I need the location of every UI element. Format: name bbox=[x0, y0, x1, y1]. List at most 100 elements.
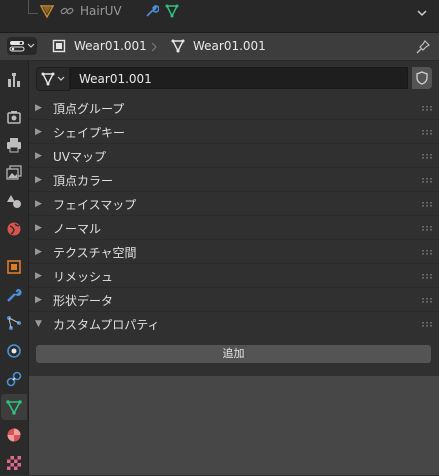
material-tab[interactable] bbox=[1, 422, 27, 448]
particles-tab[interactable] bbox=[1, 310, 27, 336]
panel-header[interactable]: ▶ UVマップ bbox=[29, 144, 439, 168]
scene-tab[interactable] bbox=[1, 188, 27, 214]
panel-header[interactable]: ▶ リメッシュ bbox=[29, 264, 439, 288]
panel-header[interactable]: ▶ シェイプキー bbox=[29, 120, 439, 144]
object-tab[interactable] bbox=[1, 254, 27, 280]
image-stack-icon bbox=[6, 165, 22, 180]
render-icon bbox=[7, 111, 21, 124]
mesh-data-icon bbox=[165, 4, 179, 18]
mesh-data-icon bbox=[40, 5, 54, 18]
pin-icon[interactable] bbox=[416, 40, 430, 54]
drag-handle-icon[interactable] bbox=[421, 201, 433, 207]
caret-down-icon: ▼ bbox=[35, 319, 42, 329]
panel-header[interactable]: ▼ カスタムプロパティ bbox=[29, 312, 439, 336]
panel-label: UVマップ bbox=[53, 149, 106, 164]
drag-handle-icon[interactable] bbox=[421, 153, 433, 159]
chevron-down-icon bbox=[27, 43, 35, 48]
view-layer-tab[interactable] bbox=[1, 160, 27, 186]
object-icon bbox=[7, 260, 21, 274]
panel-header[interactable]: ▶ ノーマル bbox=[29, 216, 439, 240]
mesh-browse-button[interactable] bbox=[36, 67, 70, 91]
mesh-name-field[interactable]: Wear01.001 bbox=[70, 67, 408, 89]
drag-handle-icon[interactable] bbox=[421, 129, 433, 135]
panel-label: 頂点グループ bbox=[53, 101, 125, 116]
modifier-tab[interactable] bbox=[1, 282, 27, 308]
physics-tab[interactable] bbox=[1, 338, 27, 364]
drag-handle-icon[interactable] bbox=[421, 177, 433, 183]
properties-header: Wear01.001 Wear01.001 bbox=[0, 33, 439, 61]
drag-handle-icon[interactable] bbox=[421, 321, 433, 327]
mesh-datablock-row: Wear01.001 bbox=[35, 67, 433, 91]
panel-label: ノーマル bbox=[53, 221, 102, 236]
caret-right-icon: ▶ bbox=[35, 127, 42, 137]
panel-header[interactable]: ▶ フェイスマップ bbox=[29, 192, 439, 216]
panel-label: リメッシュ bbox=[53, 269, 114, 284]
breadcrumb-object[interactable]: Wear01.001 bbox=[52, 39, 147, 53]
drag-handle-icon[interactable] bbox=[421, 249, 433, 255]
properties-tabs bbox=[0, 61, 29, 475]
breadcrumb-mesh[interactable]: Wear01.001 bbox=[171, 39, 266, 53]
world-tab[interactable] bbox=[1, 216, 27, 242]
caret-right-icon: ▶ bbox=[35, 223, 42, 233]
shield-icon bbox=[416, 71, 428, 85]
link-icon bbox=[60, 7, 74, 15]
panel-header[interactable]: ▶ 頂点グループ bbox=[29, 96, 439, 120]
tool-tab[interactable] bbox=[1, 67, 27, 93]
caret-right-icon: ▶ bbox=[35, 103, 42, 113]
editor-type-selector[interactable] bbox=[7, 37, 37, 55]
breadcrumb-object-label: Wear01.001 bbox=[74, 39, 147, 53]
panel-label: テクスチャ空間 bbox=[53, 245, 137, 260]
wrench-icon bbox=[146, 5, 159, 17]
data-tab[interactable] bbox=[1, 394, 27, 420]
material-icon bbox=[7, 428, 21, 442]
particles-icon bbox=[7, 316, 21, 330]
constraints-icon bbox=[6, 371, 22, 387]
breadcrumb-separator-icon bbox=[151, 42, 157, 52]
wrench-icon bbox=[7, 288, 22, 302]
constraints-tab[interactable] bbox=[1, 366, 27, 392]
mesh-data-icon bbox=[171, 39, 185, 53]
caret-right-icon: ▶ bbox=[35, 247, 42, 257]
panel-header[interactable]: ▶ テクスチャ空間 bbox=[29, 240, 439, 264]
scene-icon bbox=[7, 195, 21, 208]
panel-label: カスタムプロパティ bbox=[53, 317, 160, 332]
drag-handle-icon[interactable] bbox=[421, 273, 433, 279]
panel-label: 頂点カラー bbox=[53, 173, 114, 188]
panel-header[interactable]: ▶ 頂点カラー bbox=[29, 168, 439, 192]
drag-handle-icon[interactable] bbox=[421, 105, 433, 111]
printer-icon bbox=[7, 138, 21, 153]
output-tab[interactable] bbox=[1, 132, 27, 158]
panel-label: シェイプキー bbox=[53, 125, 126, 140]
chevron-down-icon[interactable] bbox=[415, 6, 429, 20]
add-property-button[interactable]: 追加 bbox=[36, 345, 431, 363]
texture-icon bbox=[7, 456, 21, 470]
outliner-item-icons[interactable] bbox=[145, 4, 179, 18]
caret-right-icon: ▶ bbox=[35, 199, 42, 209]
render-tab[interactable] bbox=[1, 104, 27, 130]
physics-icon bbox=[7, 344, 21, 358]
outliner-item-label: HairUV bbox=[80, 4, 122, 18]
caret-right-icon: ▶ bbox=[35, 271, 42, 281]
empty-area bbox=[29, 376, 439, 475]
drag-handle-icon[interactable] bbox=[421, 297, 433, 303]
outliner-item-hairuv[interactable]: HairUV bbox=[40, 4, 122, 18]
caret-right-icon: ▶ bbox=[35, 151, 42, 161]
properties-main: Wear01.001 ▶ 頂点グループ ▶ シェイプキー ▶ UVマップ ▶ 頂点カラー ▶ フェ… bbox=[29, 61, 439, 475]
drag-handle-icon[interactable] bbox=[421, 225, 433, 231]
object-icon bbox=[52, 39, 66, 53]
tree-branch bbox=[28, 13, 38, 14]
outliner-strip: HairUV bbox=[0, 0, 439, 33]
texture-tab[interactable] bbox=[1, 450, 27, 476]
mesh-data-icon bbox=[6, 400, 22, 415]
chevron-down-icon bbox=[57, 76, 65, 81]
caret-right-icon: ▶ bbox=[35, 295, 42, 305]
properties-editor-icon bbox=[9, 41, 25, 52]
tree-line bbox=[28, 0, 29, 14]
caret-right-icon: ▶ bbox=[35, 175, 42, 185]
fake-user-button[interactable] bbox=[412, 67, 432, 89]
breadcrumb-mesh-label: Wear01.001 bbox=[193, 39, 266, 53]
panel-label: 形状データ bbox=[53, 293, 114, 308]
world-icon bbox=[7, 222, 21, 236]
panel-header[interactable]: ▶ 形状データ bbox=[29, 288, 439, 312]
mesh-data-icon bbox=[41, 72, 55, 86]
